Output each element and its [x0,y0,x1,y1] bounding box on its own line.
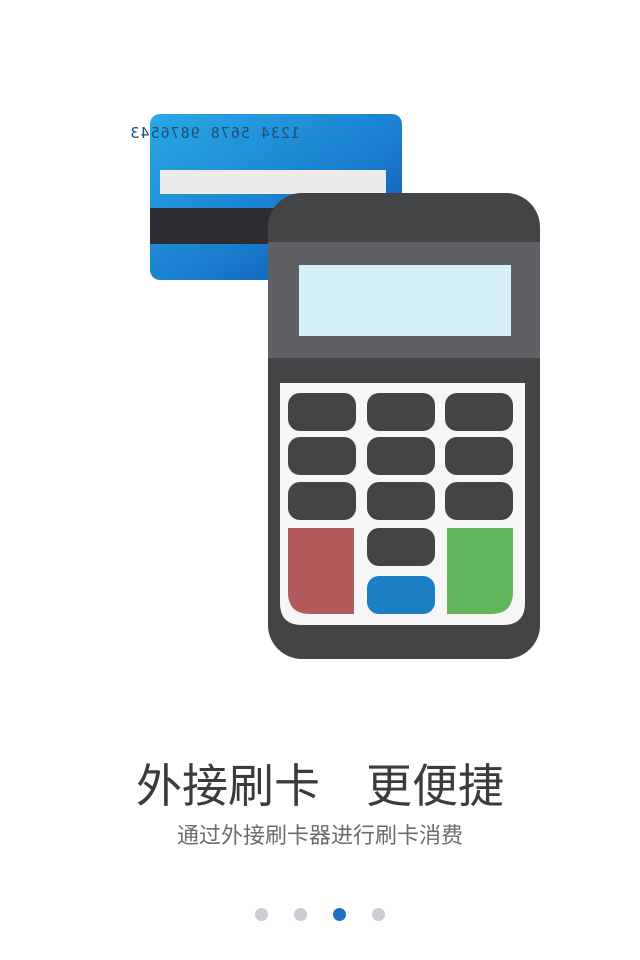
page-subtitle: 通过外接刷卡器进行刷卡消费 [176,824,463,849]
keypad-key [367,393,435,431]
terminal-screen [299,265,511,336]
card-reader-illustration: 1234 5678 9876543 [129,114,540,659]
keypad-key-clear [367,576,435,614]
keypad-key [288,393,356,431]
page-headline: 外接刷卡 更便捷 [136,759,504,813]
page-dot[interactable] [372,907,385,921]
keypad-key-zero [367,528,435,566]
card-number: 1234 5678 9876543 [129,124,300,142]
keypad-key [445,393,513,431]
keypad-key [445,482,513,520]
page-dot[interactable] [294,907,307,921]
keypad-key [445,437,513,475]
keypad-key [367,437,435,475]
keypad-key [288,437,356,475]
page-indicator [0,906,640,922]
page-dot-active[interactable] [333,907,346,921]
card-terminal [268,193,540,659]
keypad-key [367,482,435,520]
keypad-key [288,482,356,520]
card-signature-strip [160,170,386,194]
page-dot[interactable] [255,907,268,921]
keypad-key-cancel [288,528,354,614]
keypad-key-confirm [447,528,513,614]
